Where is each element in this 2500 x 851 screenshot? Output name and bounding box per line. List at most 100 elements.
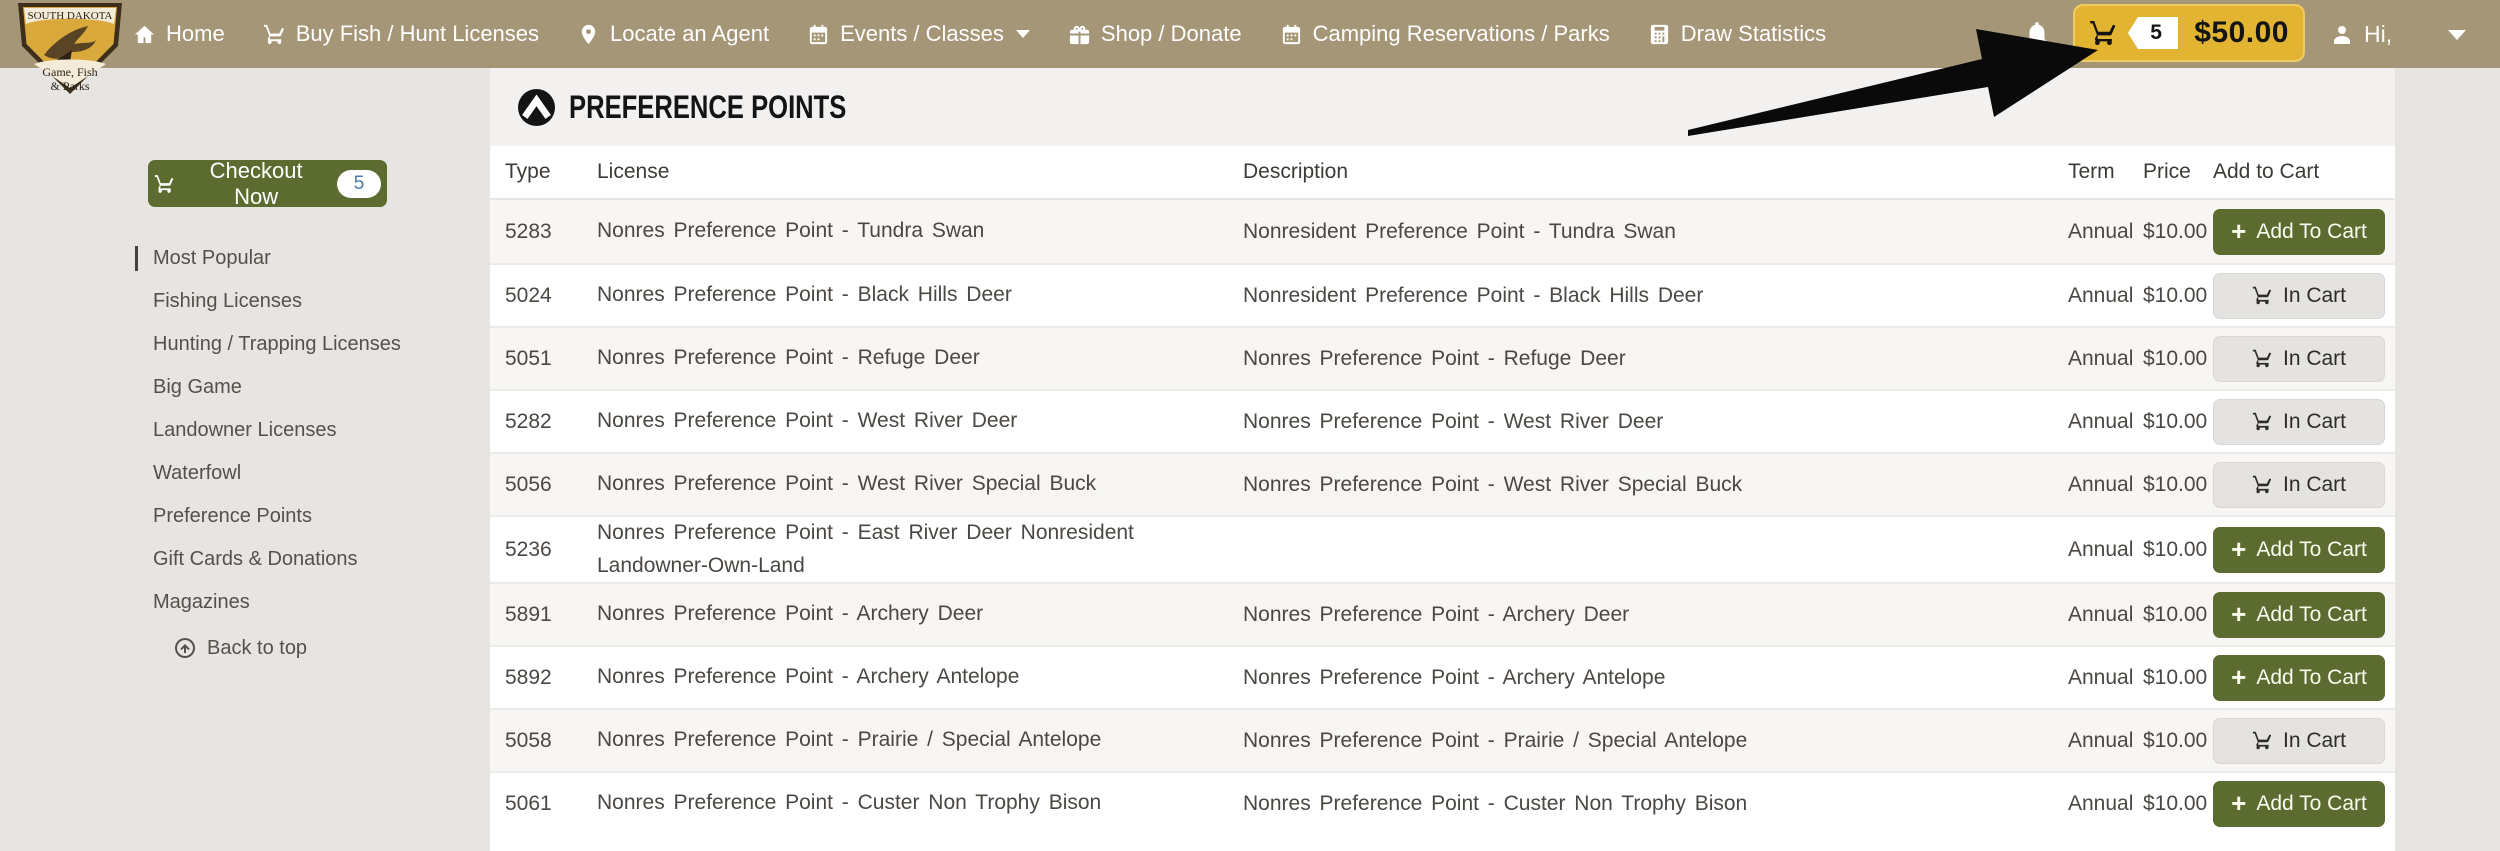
sidebar-item-label: Magazines xyxy=(153,591,250,613)
nav-item-home[interactable]: Home xyxy=(133,21,225,47)
plus-icon: + xyxy=(2231,218,2246,244)
row-description: Nonres Preference Point - Custer Non Tro… xyxy=(1243,792,2068,816)
sidebar-item-big-game[interactable]: Big Game xyxy=(135,366,485,409)
col-header-license: License xyxy=(597,156,1243,189)
sidebar-item-gift-cards-donations[interactable]: Gift Cards & Donations xyxy=(135,538,485,581)
cart-icon xyxy=(2089,18,2118,48)
user-greeting[interactable]: Hi, xyxy=(2330,0,2392,68)
cart-summary-button[interactable]: 5 $50.00 xyxy=(2073,4,2305,62)
in-cart-button[interactable]: In Cart xyxy=(2213,273,2385,319)
in-cart-button[interactable]: In Cart xyxy=(2213,336,2385,382)
calc-icon xyxy=(1648,23,1671,46)
add-to-cart-button[interactable]: + Add To Cart xyxy=(2213,527,2385,573)
row-type: 5061 xyxy=(505,792,597,816)
sidebar-item-most-popular[interactable]: Most Popular xyxy=(135,237,485,280)
back-to-top-label: Back to top xyxy=(207,637,307,660)
notifications-bell-icon[interactable] xyxy=(2022,19,2052,54)
row-description: Nonres Preference Point - Prairie / Spec… xyxy=(1243,729,2068,753)
row-type: 5056 xyxy=(505,473,597,497)
arrow-up-circle-icon xyxy=(173,636,197,660)
nav-item-draw-statistics[interactable]: Draw Statistics xyxy=(1648,21,1826,47)
in-cart-button[interactable]: In Cart xyxy=(2213,399,2385,445)
cal-icon xyxy=(1280,23,1303,46)
row-price: $10.00 xyxy=(2143,792,2213,816)
cart-icon xyxy=(2252,730,2273,751)
plus-icon: + xyxy=(2231,664,2246,690)
table-row: 5891 Nonres Preference Point - Archery D… xyxy=(490,582,2395,645)
row-description: Nonres Preference Point - Archery Deer xyxy=(1243,603,2068,627)
nav-item-label: Camping Reservations / Parks xyxy=(1313,21,1610,47)
back-to-top-link[interactable]: Back to top xyxy=(135,624,485,670)
nav-item-label: Draw Statistics xyxy=(1681,21,1826,47)
row-license: Nonres Preference Point - Custer Non Tro… xyxy=(597,787,1243,820)
plus-icon: + xyxy=(2231,790,2246,816)
sidebar-item-landowner-licenses[interactable]: Landowner Licenses xyxy=(135,409,485,452)
sidebar-item-hunting-trapping-licenses[interactable]: Hunting / Trapping Licenses xyxy=(135,323,485,366)
sidebar-item-fishing-licenses[interactable]: Fishing Licenses xyxy=(135,280,485,323)
sidebar-item-preference-points[interactable]: Preference Points xyxy=(135,495,485,538)
checkout-count-badge: 5 xyxy=(337,170,381,198)
row-term: Annual xyxy=(2068,410,2143,434)
row-license: Nonres Preference Point - West River Spe… xyxy=(597,468,1243,501)
nav-item-locate-an-agent[interactable]: Locate an Agent xyxy=(577,21,769,47)
cart-icon xyxy=(263,23,286,46)
row-term: Annual xyxy=(2068,473,2143,497)
user-menu-chevron-down-icon[interactable] xyxy=(2448,30,2466,40)
row-description: Nonres Preference Point - West River Dee… xyxy=(1243,410,2068,434)
checkout-label: Checkout Now xyxy=(187,158,325,210)
row-license: Nonres Preference Point - West River Dee… xyxy=(597,405,1243,438)
sidebar-item-magazines[interactable]: Magazines xyxy=(135,581,485,624)
table-row: 5282 Nonres Preference Point - West Rive… xyxy=(490,389,2395,452)
cart-icon xyxy=(2252,285,2273,306)
row-price: $10.00 xyxy=(2143,473,2213,497)
license-table-body: 5283 Nonres Preference Point - Tundra Sw… xyxy=(490,200,2395,834)
pin-icon xyxy=(577,23,600,46)
row-price: $10.00 xyxy=(2143,220,2213,244)
row-description: Nonres Preference Point - Refuge Deer xyxy=(1243,347,2068,371)
checkout-now-button[interactable]: Checkout Now 5 xyxy=(148,160,387,207)
row-description: Nonres Preference Point - West River Spe… xyxy=(1243,473,2068,497)
cart-icon xyxy=(2252,411,2273,432)
preference-points-peak-icon xyxy=(518,89,555,126)
nav-item-label: Events / Classes xyxy=(840,21,1004,47)
sidebar-item-label: Most Popular xyxy=(153,247,271,269)
logo-top-text: SOUTH DAKOTA xyxy=(28,10,113,22)
row-license: Nonres Preference Point - Archery Antelo… xyxy=(597,661,1243,694)
in-cart-button[interactable]: In Cart xyxy=(2213,462,2385,508)
nav-item-shop-donate[interactable]: Shop / Donate xyxy=(1068,21,1242,47)
chevron-down-icon xyxy=(1016,30,1030,38)
plus-icon: + xyxy=(2231,601,2246,627)
row-type: 5282 xyxy=(505,410,597,434)
row-license: Nonres Preference Point - Refuge Deer xyxy=(597,342,1243,375)
row-term: Annual xyxy=(2068,729,2143,753)
add-to-cart-button[interactable]: + Add To Cart xyxy=(2213,592,2385,638)
cart-count-badge: 5 xyxy=(2128,17,2178,49)
add-to-cart-button[interactable]: + Add To Cart xyxy=(2213,209,2385,255)
row-description: Nonres Preference Point - Archery Antelo… xyxy=(1243,666,2068,690)
nav-item-label: Shop / Donate xyxy=(1101,21,1242,47)
greeting-label: Hi, xyxy=(2364,21,2392,48)
nav-item-events-classes[interactable]: Events / Classes xyxy=(807,21,1030,47)
row-term: Annual xyxy=(2068,538,2143,562)
sidebar-item-label: Hunting / Trapping Licenses xyxy=(153,333,401,355)
south-dakota-gfp-logo[interactable]: SOUTH DAKOTA Game, Fish & Parks xyxy=(14,0,126,96)
add-to-cart-button[interactable]: + Add To Cart xyxy=(2213,781,2385,827)
col-header-price: Price xyxy=(2143,160,2213,184)
sidebar-item-label: Waterfowl xyxy=(153,462,241,484)
cart-icon xyxy=(154,173,175,195)
sidebar-item-label: Big Game xyxy=(153,376,242,398)
row-price: $10.00 xyxy=(2143,410,2213,434)
sidebar-item-label: Preference Points xyxy=(153,505,312,527)
cart-total: $50.00 xyxy=(2194,16,2289,50)
in-cart-button[interactable]: In Cart xyxy=(2213,718,2385,764)
nav-item-buy-fish-hunt-licenses[interactable]: Buy Fish / Hunt Licenses xyxy=(263,21,539,47)
row-term: Annual xyxy=(2068,792,2143,816)
add-to-cart-button[interactable]: + Add To Cart xyxy=(2213,655,2385,701)
row-license: Nonres Preference Point - Prairie / Spec… xyxy=(597,724,1243,757)
col-header-term: Term xyxy=(2068,160,2143,184)
nav-item-camping-reservations-parks[interactable]: Camping Reservations / Parks xyxy=(1280,21,1610,47)
sidebar-item-waterfowl[interactable]: Waterfowl xyxy=(135,452,485,495)
row-price: $10.00 xyxy=(2143,538,2213,562)
cart-icon xyxy=(2252,348,2273,369)
table-row: 5024 Nonres Preference Point - Black Hil… xyxy=(490,263,2395,326)
